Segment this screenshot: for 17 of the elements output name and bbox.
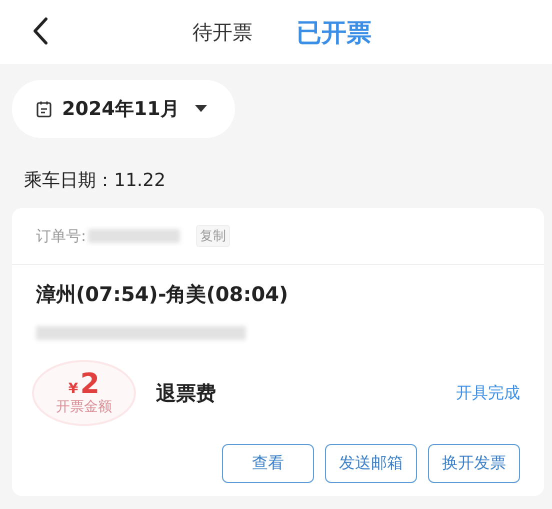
tab[interactable]: 待开票 xyxy=(190,12,254,52)
order-number-label: 订单号: xyxy=(36,226,86,246)
action-button[interactable]: 查看 xyxy=(222,444,314,483)
calendar-icon xyxy=(36,100,52,118)
amount: 2 xyxy=(80,370,100,398)
month-picker[interactable]: 2024年11月 xyxy=(12,80,235,138)
action-button[interactable]: 换开发票 xyxy=(428,444,520,483)
ride-date: 乘车日期：11.22 xyxy=(24,169,166,192)
route-title: 漳州(07:54)-角美(08:04) xyxy=(36,281,288,308)
caret-icon xyxy=(195,105,208,113)
stamp-label: 开票金额 xyxy=(56,398,112,416)
invoice-type: 退票费 xyxy=(156,380,216,406)
tab[interactable]: 已开票 xyxy=(294,12,374,52)
currency-sign: ¥ xyxy=(68,382,78,396)
invoice-status: 开具完成 xyxy=(456,382,520,404)
action-button[interactable]: 发送邮箱 xyxy=(325,444,417,483)
copy-button[interactable]: 复制 xyxy=(196,225,230,247)
